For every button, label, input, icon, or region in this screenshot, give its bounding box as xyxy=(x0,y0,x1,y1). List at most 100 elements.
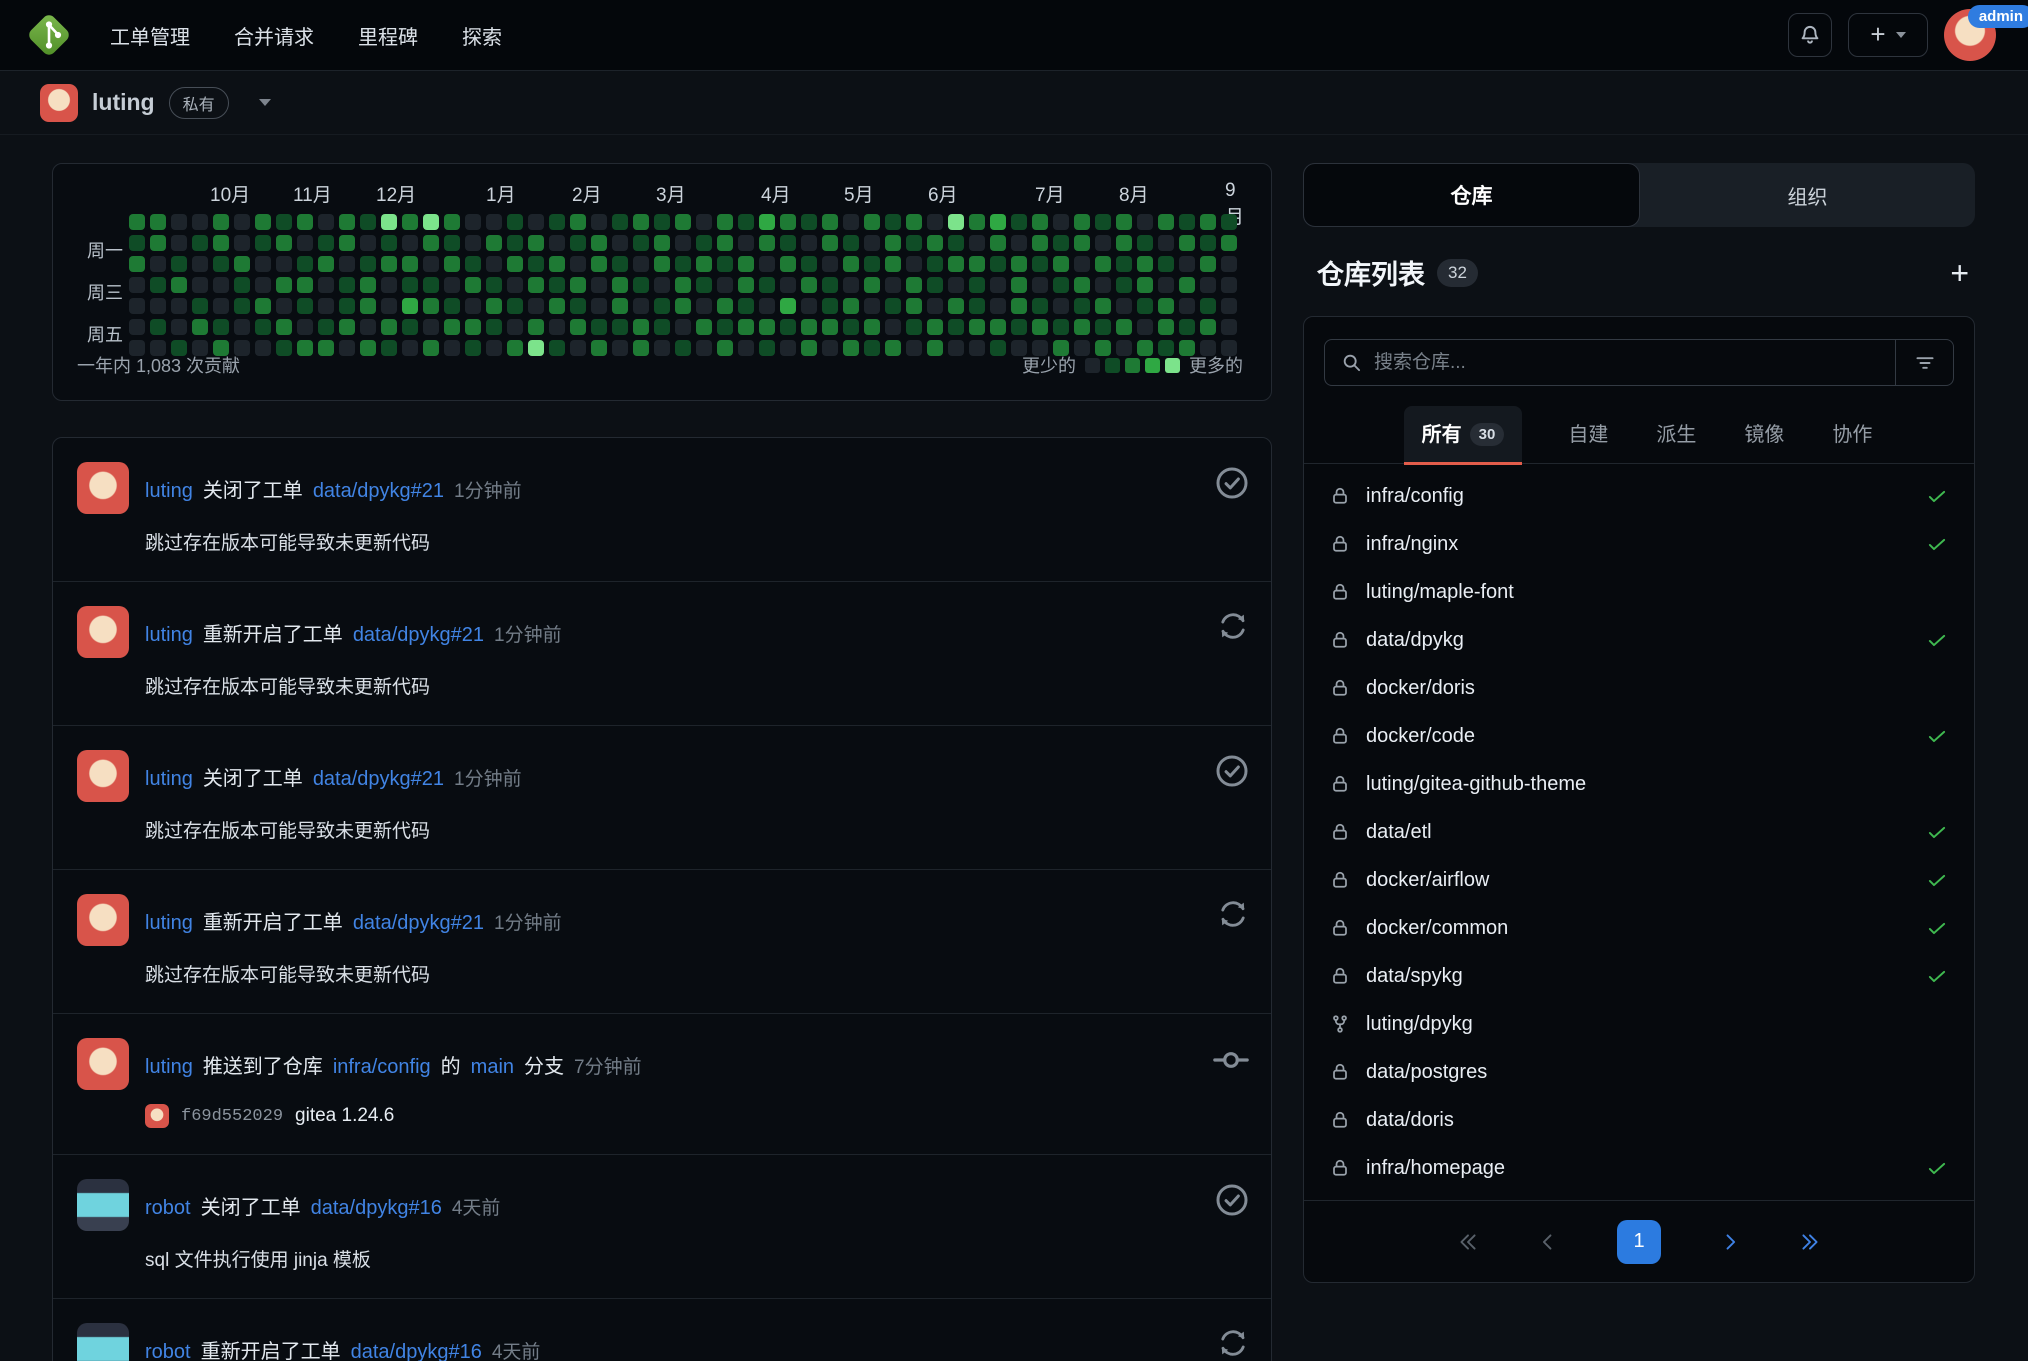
heatmap-cell[interactable] xyxy=(1200,298,1216,314)
heatmap-cell[interactable] xyxy=(633,277,649,293)
repo-name-link[interactable]: docker/doris xyxy=(1366,677,1475,700)
heatmap-cell[interactable] xyxy=(1158,340,1174,356)
heatmap-cell[interactable] xyxy=(696,235,712,251)
target-link[interactable]: data/dpykg#16 xyxy=(351,1341,482,1361)
heatmap-cell[interactable] xyxy=(465,340,481,356)
heatmap-cell[interactable] xyxy=(150,214,166,230)
heatmap-cell[interactable] xyxy=(528,235,544,251)
heatmap-cell[interactable] xyxy=(297,235,313,251)
heatmap-cell[interactable] xyxy=(255,319,271,335)
heatmap-cell[interactable] xyxy=(780,256,796,272)
repo-row[interactable]: data/postgres xyxy=(1304,1048,1974,1096)
heatmap-cell[interactable] xyxy=(654,340,670,356)
nav-item-2[interactable]: 里程碑 xyxy=(358,21,418,50)
heatmap-cell[interactable] xyxy=(612,256,628,272)
heatmap-cell[interactable] xyxy=(696,214,712,230)
heatmap-cell[interactable] xyxy=(360,319,376,335)
heatmap-cell[interactable] xyxy=(675,256,691,272)
gitea-logo-icon[interactable] xyxy=(26,12,72,58)
heatmap-cell[interactable] xyxy=(948,256,964,272)
avatar[interactable] xyxy=(77,606,129,658)
heatmap-cell[interactable] xyxy=(885,256,901,272)
heatmap-cell[interactable] xyxy=(906,340,922,356)
heatmap-cell[interactable] xyxy=(507,214,523,230)
heatmap-cell[interactable] xyxy=(675,277,691,293)
heatmap-cell[interactable] xyxy=(717,256,733,272)
repo-row[interactable]: infra/config xyxy=(1304,472,1974,520)
repo-row[interactable]: docker/common xyxy=(1304,904,1974,952)
heatmap-cell[interactable] xyxy=(1200,277,1216,293)
heatmap-cell[interactable] xyxy=(990,298,1006,314)
heatmap-cell[interactable] xyxy=(381,214,397,230)
heatmap-cell[interactable] xyxy=(906,235,922,251)
heatmap-cell[interactable] xyxy=(297,340,313,356)
heatmap-cell[interactable] xyxy=(633,214,649,230)
heatmap-cell[interactable] xyxy=(507,277,523,293)
heatmap-cell[interactable] xyxy=(1137,298,1153,314)
heatmap-cell[interactable] xyxy=(129,319,145,335)
heatmap-cell[interactable] xyxy=(402,298,418,314)
heatmap-cell[interactable] xyxy=(927,277,943,293)
heatmap-cell[interactable] xyxy=(192,256,208,272)
heatmap-cell[interactable] xyxy=(402,256,418,272)
heatmap-cell[interactable] xyxy=(423,319,439,335)
heatmap-cell[interactable] xyxy=(129,214,145,230)
heatmap-cell[interactable] xyxy=(822,298,838,314)
heatmap-cell[interactable] xyxy=(1221,214,1237,230)
actor-link[interactable]: luting xyxy=(145,480,193,503)
heatmap-cell[interactable] xyxy=(570,235,586,251)
heatmap-cell[interactable] xyxy=(129,256,145,272)
heatmap-cell[interactable] xyxy=(276,319,292,335)
heatmap-cell[interactable] xyxy=(843,319,859,335)
heatmap-cell[interactable] xyxy=(213,214,229,230)
heatmap-cell[interactable] xyxy=(486,340,502,356)
heatmap-cell[interactable] xyxy=(192,235,208,251)
heatmap-cell[interactable] xyxy=(969,214,985,230)
heatmap-cell[interactable] xyxy=(528,277,544,293)
repo-name-link[interactable]: data/etl xyxy=(1366,821,1432,844)
heatmap-cell[interactable] xyxy=(423,298,439,314)
heatmap-cell[interactable] xyxy=(339,256,355,272)
heatmap-cell[interactable] xyxy=(1200,319,1216,335)
heatmap-cell[interactable] xyxy=(486,256,502,272)
heatmap-cell[interactable] xyxy=(234,340,250,356)
actor-link[interactable]: luting xyxy=(145,1056,193,1079)
search-filter-button[interactable] xyxy=(1895,340,1953,385)
heatmap-cell[interactable] xyxy=(1116,214,1132,230)
heatmap-cell[interactable] xyxy=(507,256,523,272)
heatmap-cell[interactable] xyxy=(171,256,187,272)
heatmap-cell[interactable] xyxy=(381,256,397,272)
heatmap-cell[interactable] xyxy=(906,277,922,293)
heatmap-cell[interactable] xyxy=(822,214,838,230)
target-link[interactable]: data/dpykg#21 xyxy=(313,480,444,503)
heatmap-cell[interactable] xyxy=(864,277,880,293)
heatmap-cell[interactable] xyxy=(465,235,481,251)
avatar[interactable] xyxy=(77,894,129,946)
heatmap-cell[interactable] xyxy=(1116,340,1132,356)
heatmap-cell[interactable] xyxy=(1179,319,1195,335)
heatmap-cell[interactable] xyxy=(1095,235,1111,251)
heatmap-cell[interactable] xyxy=(1074,277,1090,293)
heatmap-cell[interactable] xyxy=(1053,340,1069,356)
heatmap-cell[interactable] xyxy=(549,256,565,272)
heatmap-cell[interactable] xyxy=(465,214,481,230)
heatmap-cell[interactable] xyxy=(423,235,439,251)
current-page-button[interactable]: 1 xyxy=(1617,1220,1661,1264)
heatmap-cell[interactable] xyxy=(1200,214,1216,230)
heatmap-cell[interactable] xyxy=(969,340,985,356)
heatmap-cell[interactable] xyxy=(1032,319,1048,335)
heatmap-cell[interactable] xyxy=(360,235,376,251)
heatmap-cell[interactable] xyxy=(948,277,964,293)
heatmap-cell[interactable] xyxy=(486,298,502,314)
heatmap-cell[interactable] xyxy=(759,277,775,293)
heatmap-cell[interactable] xyxy=(948,235,964,251)
heatmap-cell[interactable] xyxy=(675,235,691,251)
heatmap-cell[interactable] xyxy=(675,319,691,335)
heatmap-cell[interactable] xyxy=(1011,256,1027,272)
heatmap-cell[interactable] xyxy=(1032,298,1048,314)
repo-row[interactable]: luting/gitea-github-theme xyxy=(1304,760,1974,808)
heatmap-cell[interactable] xyxy=(213,235,229,251)
heatmap-cell[interactable] xyxy=(318,277,334,293)
heatmap-cell[interactable] xyxy=(1032,277,1048,293)
avatar[interactable] xyxy=(77,1323,129,1361)
